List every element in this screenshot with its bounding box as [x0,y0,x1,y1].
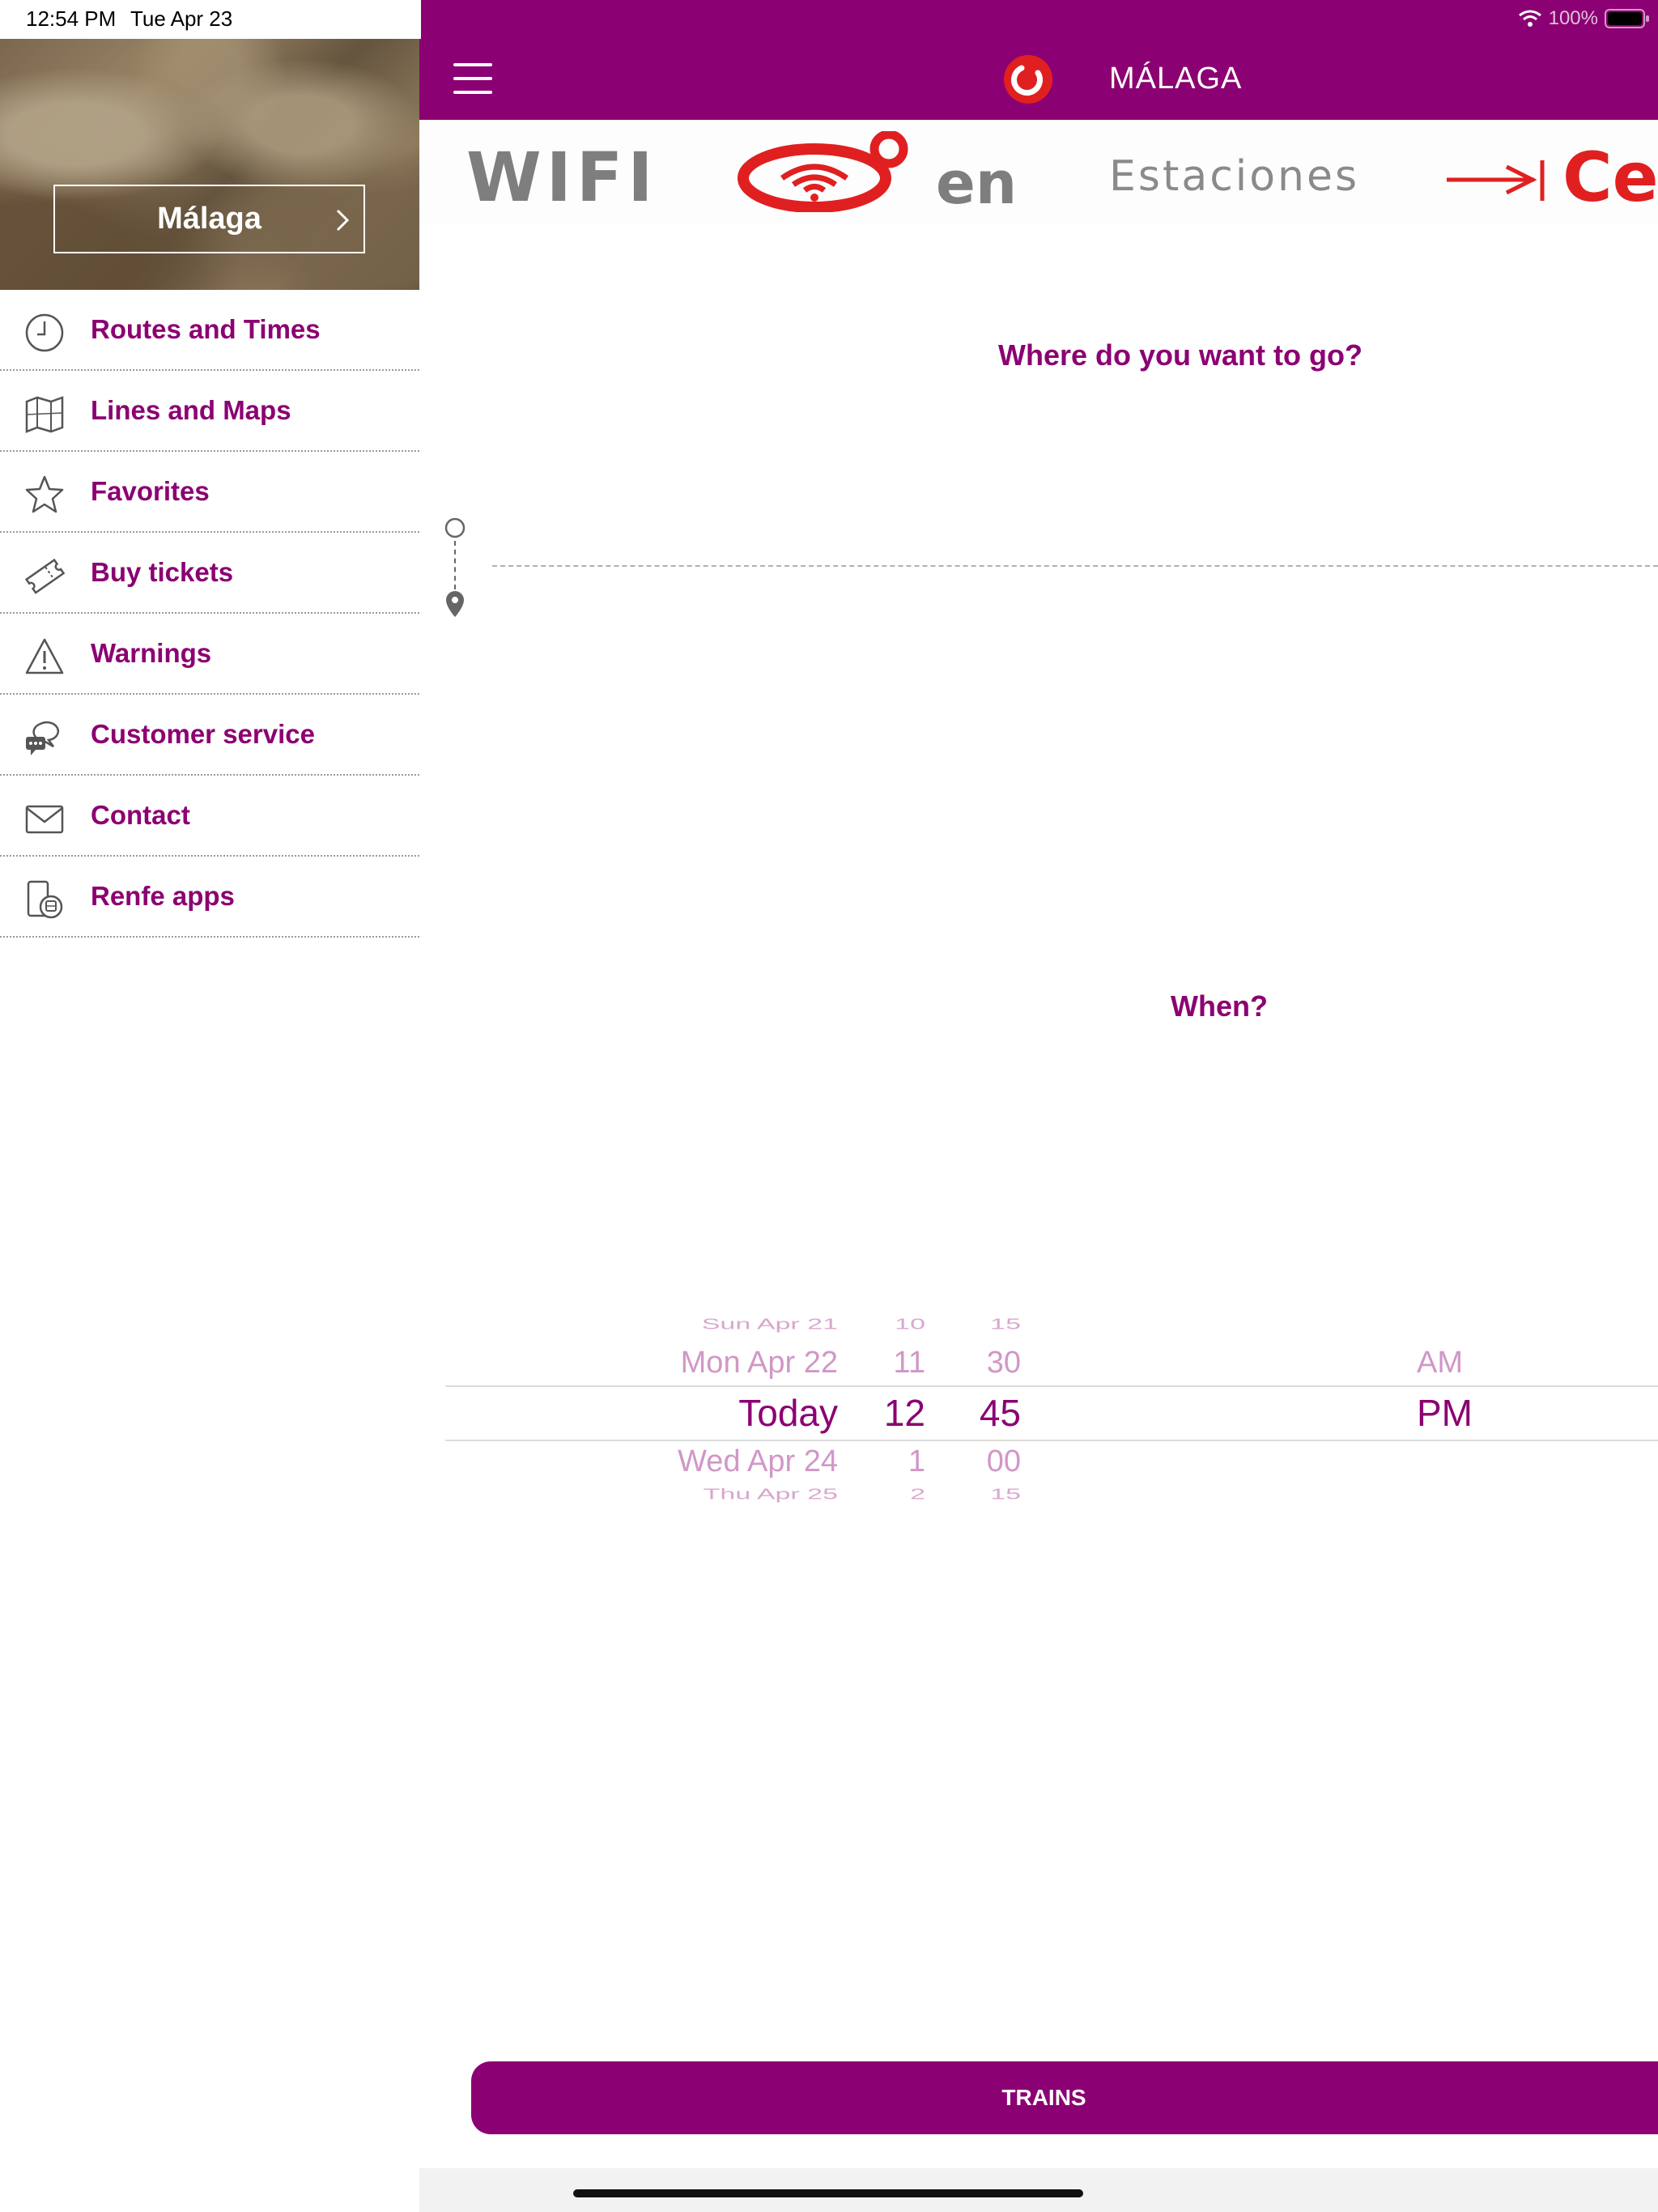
menu-item-warnings[interactable]: Warnings [0,614,419,695]
wifi-icon [1518,10,1541,27]
origin-field[interactable] [492,502,1658,567]
menu-label: Contact [91,800,190,830]
home-indicator [573,2189,1083,2197]
clock-icon [25,313,64,352]
warning-icon [25,638,64,674]
phone-train-icon [27,880,63,919]
status-bar-left: 12:54 PM Tue Apr 23 [0,0,421,39]
menu-label: Buy tickets [91,557,234,587]
menu-label: Renfe apps [91,881,235,911]
picker-date-option[interactable]: Thu Apr 25 [704,1486,838,1503]
picker-ampm-option[interactable]: AM [1417,1346,1463,1380]
banner-text-estaciones: Estaciones [1109,152,1360,201]
picker-hour-option[interactable]: 11 [894,1346,925,1380]
menu-label: Favorites [91,476,210,506]
where-title: Where do you want to go? [998,338,1363,372]
side-menu: Routes and Times Lines and Maps Favorite… [0,290,419,938]
when-title: When? [1171,989,1268,1023]
sidebar: 12:54 PM Tue Apr 23 Málaga Routes and Ti… [0,0,421,2212]
picker-date-option[interactable]: Sun Apr 21 [702,1316,838,1333]
status-bar-right: 100% [1518,5,1650,32]
wifi-logo-icon [738,131,908,212]
menu-item-contact[interactable]: Contact [0,776,419,857]
star-icon [25,475,64,513]
battery-percent: 100% [1548,7,1598,29]
picker-selection-bottom-line [445,1440,1658,1441]
picker-hour-option[interactable]: 2 [910,1486,925,1503]
envelope-icon [25,805,64,834]
location-pin-icon [446,591,464,617]
route-divider [492,565,1658,567]
menu-item-favorites[interactable]: Favorites [0,452,419,533]
picker-selected-date[interactable]: Today [738,1391,838,1435]
banner-text-en: en [936,149,1018,217]
menu-label: Warnings [91,638,212,668]
picker-hour-option[interactable]: 1 [908,1444,925,1479]
wifi-banner[interactable]: WIFI en Estaciones Ce [419,120,1658,223]
menu-item-renfe-apps[interactable]: Renfe apps [0,857,419,938]
main-panel: MÁLAGA WIFI en Estaciones Ce Where do yo… [419,0,1658,2212]
menu-item-customer-service[interactable]: Customer service [0,695,419,776]
map-icon [25,396,64,433]
arrow-right-icon [1447,160,1545,201]
route-connector [454,541,456,589]
date-time-picker[interactable]: Sun Apr 21 10 15 Mon Apr 22 11 30 AM Tod… [445,1312,1658,1514]
menu-label: Routes and Times [91,314,321,344]
ticket-icon [24,558,65,594]
menu-label: Lines and Maps [91,395,291,425]
menu-icon[interactable] [453,63,494,94]
city-selector-button[interactable]: Málaga [53,185,365,253]
top-bar: MÁLAGA [419,0,1658,120]
menu-item-lines-and-maps[interactable]: Lines and Maps [0,371,419,452]
chevron-right-icon [336,209,350,232]
picker-minute-option[interactable]: 30 [987,1346,1021,1380]
chat-icon [26,721,60,755]
picker-minute-option[interactable]: 00 [987,1444,1021,1479]
trains-button[interactable]: TRAINS [471,2061,1658,2134]
menu-label: Customer service [91,719,315,749]
picker-date-option[interactable]: Mon Apr 22 [681,1346,838,1380]
menu-item-buy-tickets[interactable]: Buy tickets [0,533,419,614]
picker-minute-option[interactable]: 15 [990,1486,1021,1503]
page-title: MÁLAGA [1109,62,1243,96]
banner-text-wifi: WIFI [466,138,658,217]
status-date: Tue Apr 23 [130,6,233,31]
picker-date-option[interactable]: Wed Apr 24 [678,1444,838,1479]
banner-text-ce: Ce [1562,138,1658,217]
city-name: Málaga [157,202,261,236]
picker-minute-option[interactable]: 15 [990,1316,1021,1333]
status-time: 12:54 PM [26,6,117,31]
battery-icon [1605,9,1649,28]
menu-item-routes-and-times[interactable]: Routes and Times [0,290,419,371]
picker-selected-minute[interactable]: 45 [980,1391,1021,1435]
destination-field[interactable] [492,575,1658,640]
renfe-logo [1004,55,1052,104]
picker-selected-hour[interactable]: 12 [884,1391,925,1435]
picker-selection-top-line [445,1385,1658,1387]
picker-hour-option[interactable]: 10 [895,1316,925,1333]
origin-circle-icon [444,517,466,538]
picker-selected-ampm[interactable]: PM [1417,1391,1473,1435]
